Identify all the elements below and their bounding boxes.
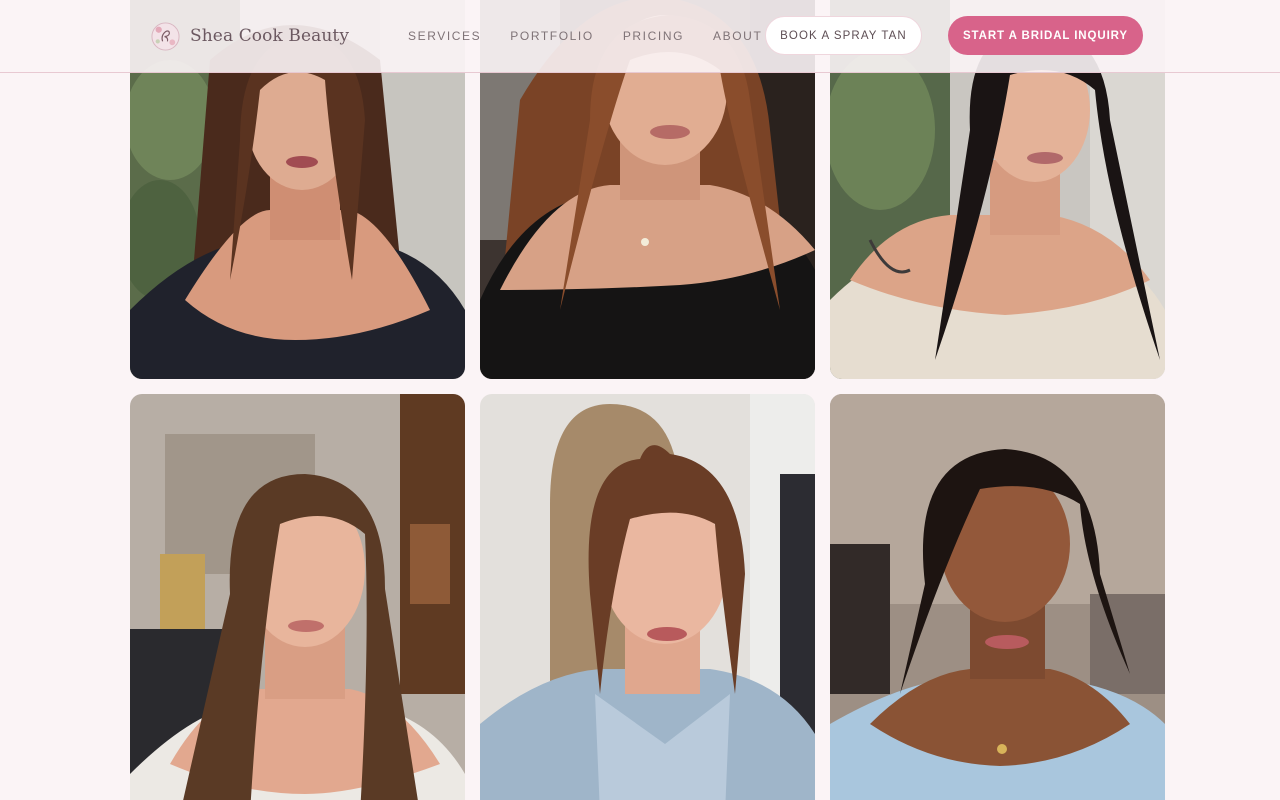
book-spray-tan-button[interactable]: BOOK A SPRAY TAN [765, 16, 922, 55]
site-header: Shea Cook Beauty SERVICES PORTFOLIO PRIC… [0, 0, 1280, 73]
nav-link-portfolio[interactable]: PORTFOLIO [510, 28, 594, 44]
portfolio-photo[interactable] [830, 394, 1165, 800]
portrait-image [480, 394, 815, 800]
portfolio-page: Shea Cook Beauty SERVICES PORTFOLIO PRIC… [0, 0, 1280, 800]
portfolio-photo[interactable] [480, 394, 815, 800]
brand-logo-link[interactable]: Shea Cook Beauty [150, 18, 349, 54]
floral-monogram-icon [151, 21, 180, 51]
portrait-image [130, 394, 465, 800]
nav-link-services[interactable]: SERVICES [408, 28, 481, 44]
brand-name: Shea Cook Beauty [190, 26, 350, 46]
start-bridal-inquiry-button[interactable]: START A BRIDAL INQUIRY [948, 16, 1143, 55]
nav-link-pricing[interactable]: PRICING [623, 28, 684, 44]
nav-link-about[interactable]: ABOUT [713, 28, 762, 44]
portrait-image [830, 394, 1165, 800]
portfolio-photo[interactable] [130, 394, 465, 800]
main-nav: SERVICES PORTFOLIO PRICING ABOUT [408, 28, 762, 44]
